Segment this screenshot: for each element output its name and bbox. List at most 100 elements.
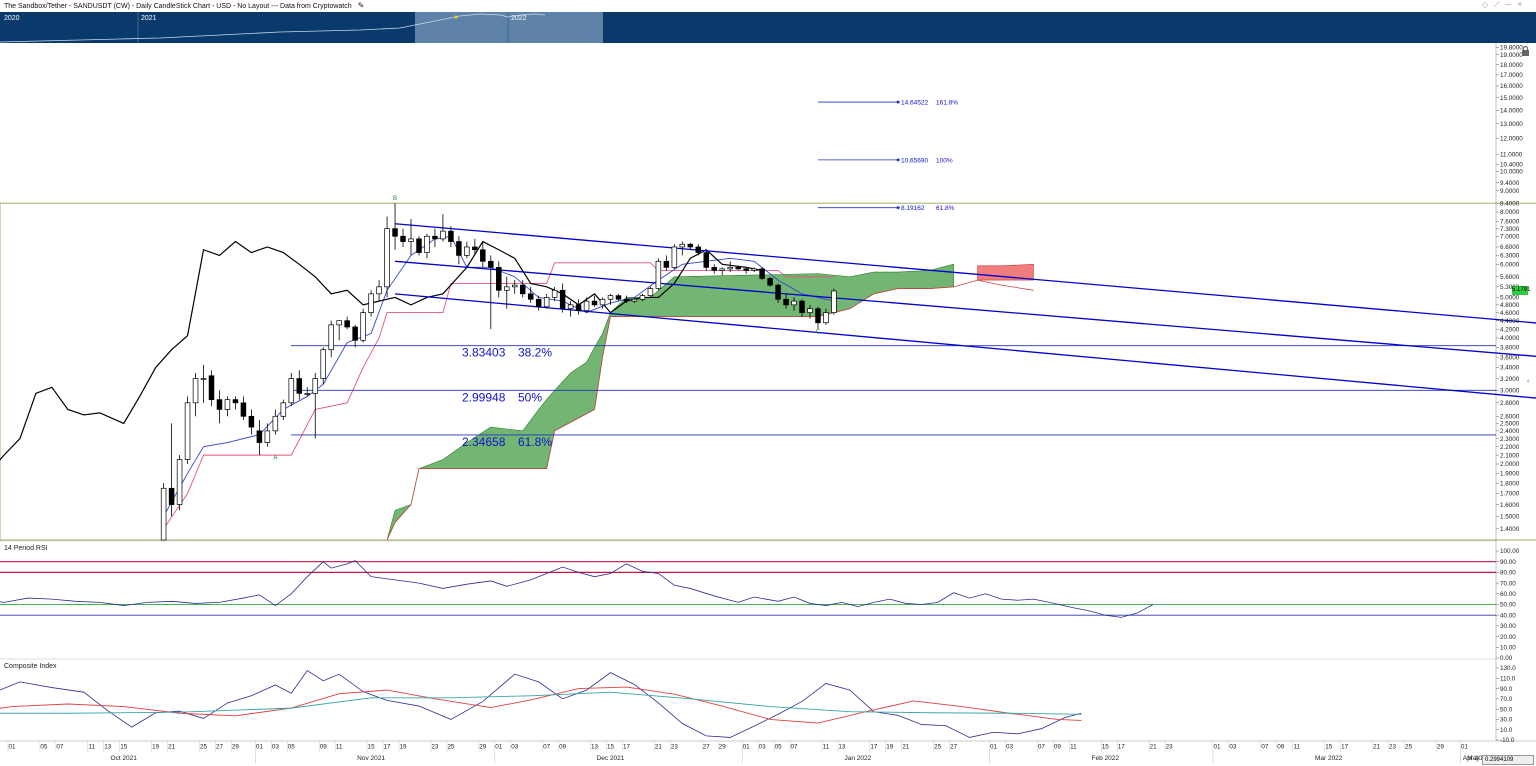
minimize-icon[interactable]: ─ <box>1506 0 1518 9</box>
day-tick-label-28: 17 <box>623 744 631 751</box>
candle-body-44 <box>511 284 518 288</box>
window-title: The Sandbox/Tether - SANDUSDT (CW) - Dai… <box>4 3 352 10</box>
day-tick-label-29: 21 <box>655 744 663 751</box>
candle-body-22 <box>336 320 342 326</box>
chart-canvas[interactable]: 3.83403 38.2% 2.99948 50% 2.34658 61.8% 14.645… <box>0 43 1536 766</box>
candle-body-71 <box>727 266 733 270</box>
rsi-tick-label-0: 100.00 <box>1500 548 1520 555</box>
day-tick-label-27: 15 <box>607 744 615 751</box>
candle-body-14 <box>272 415 279 432</box>
rsi-panel-title: 14 Period RSI <box>4 545 48 552</box>
candle-body-73 <box>743 268 749 271</box>
day-tick-label-55: 07 <box>1261 744 1269 751</box>
time-navigator[interactable]: 2020 2021 2022 <box>0 12 1536 43</box>
ci-tick-label-3: 70.0 <box>1500 696 1513 703</box>
day-tick-label-57: 11 <box>1294 744 1301 751</box>
price-tick-label-24: 5.0000 <box>1500 295 1520 302</box>
rsi-tick-label-6: 40.00 <box>1500 612 1516 619</box>
day-tick-label-22: 01 <box>495 744 503 751</box>
pencil-icon[interactable]: ✎ <box>358 0 365 12</box>
extension-value-1: 10.65690 <box>901 157 928 164</box>
day-tick-label-3: 11 <box>89 744 96 751</box>
candle-body-49 <box>551 289 558 298</box>
day-tick-label-61: 23 <box>1389 744 1397 751</box>
day-tick-label-13: 05 <box>288 744 296 751</box>
price-tick-label-41: 2.1000 <box>1500 452 1520 459</box>
candle-body-21 <box>328 324 334 351</box>
price-tick-label-13: 9.0000 <box>1500 188 1520 195</box>
price-tick-label-0: 19.8000 <box>1500 44 1523 51</box>
cursor-price-readout: 0.2994109 <box>1482 755 1534 765</box>
navigator-year-2021: 2021 <box>141 15 157 22</box>
price-tick-label-31: 3.6000 <box>1500 354 1520 361</box>
day-tick-label-53: 01 <box>1213 744 1221 751</box>
day-tick-label-0: 01 <box>8 744 16 751</box>
retracement-value-2: 2.34658 <box>462 435 506 449</box>
close-icon[interactable]: × <box>1517 0 1528 9</box>
day-tick-label-30: 23 <box>671 744 679 751</box>
price-tick-label-36: 2.6000 <box>1500 414 1520 421</box>
day-tick-label-19: 23 <box>431 744 439 751</box>
day-tick-label-18: 19 <box>400 744 408 751</box>
collapse-arrow-icon[interactable]: ‹ <box>1527 378 1529 385</box>
extension-dot-2 <box>896 206 900 210</box>
price-tick-label-29: 4.0000 <box>1500 335 1520 342</box>
navigator-svg: 2020 2021 2022 <box>0 12 603 43</box>
month-tick-label-2: Dec 2021 <box>597 755 625 762</box>
candle-body-34 <box>432 235 438 240</box>
lock-icon[interactable] <box>1521 46 1530 56</box>
retracement-pct-0: 38.2% <box>518 346 552 360</box>
rsi-line <box>0 560 1154 618</box>
candle-body-62 <box>655 260 662 289</box>
day-tick-label-43: 27 <box>950 744 958 751</box>
price-tick-label-12: 9.4000 <box>1500 180 1520 187</box>
candle-body-0 <box>160 487 167 541</box>
candle-body-65 <box>679 243 686 248</box>
day-tick-label-58: 15 <box>1325 744 1333 751</box>
candle-body-78 <box>783 298 789 306</box>
rsi-tick-label-2: 80.00 <box>1500 570 1516 577</box>
candle-body-84 <box>831 290 837 313</box>
price-tick-label-16: 7.6000 <box>1500 219 1520 226</box>
day-tick-label-5: 15 <box>120 744 128 751</box>
close-line <box>0 240 763 461</box>
extension-value-0: 14.64522 <box>901 100 928 107</box>
price-tick-label-48: 1.4000 <box>1500 526 1520 533</box>
price-tick-label-28: 4.2000 <box>1500 326 1520 333</box>
month-tick-label-0: Oct 2021 <box>111 755 138 762</box>
day-tick-label-39: 17 <box>870 744 878 751</box>
candle-body-4 <box>192 378 199 404</box>
price-tick-label-47: 1.5000 <box>1500 513 1520 520</box>
candle-body-42 <box>496 266 502 291</box>
day-tick-label-16: 15 <box>368 744 376 751</box>
retracement-pct-2: 61.8% <box>518 435 552 449</box>
candle-body-63 <box>663 260 670 268</box>
candle-body-24 <box>352 326 358 341</box>
pin-icon[interactable]: ⟋ <box>1494 0 1506 9</box>
day-tick-label-10: 29 <box>232 744 240 751</box>
price-tick-label-5: 15.0000 <box>1500 95 1523 102</box>
candle-body-48 <box>543 297 550 308</box>
price-tick-label-26: 4.6000 <box>1500 310 1520 317</box>
extension-dot-0 <box>896 100 900 104</box>
price-tick-label-14: 8.4000 <box>1500 200 1520 207</box>
price-tick-label-9: 11.0000 <box>1500 151 1523 158</box>
candle-body-54 <box>591 300 598 306</box>
diamond-icon[interactable]: ◇ <box>1482 0 1494 9</box>
day-tick-label-20: 25 <box>447 744 455 751</box>
day-tick-label-7: 21 <box>168 744 176 751</box>
candle-body-35 <box>440 230 446 240</box>
window-controls[interactable]: ◇⟋─× <box>1482 0 1528 10</box>
rsi-tick-label-8: 20.00 <box>1500 634 1516 641</box>
candle-body-74 <box>751 268 757 271</box>
ci-tick-label-2: 90.0 <box>1500 686 1513 693</box>
pivot-label-b: B <box>393 196 397 202</box>
day-tick-label-31: 27 <box>703 744 711 751</box>
candle-body-28 <box>384 228 390 288</box>
day-tick-label-60: 21 <box>1373 744 1381 751</box>
day-tick-label-56: 09 <box>1277 744 1285 751</box>
candle-body-66 <box>687 243 694 248</box>
price-tick-label-43: 1.9000 <box>1500 471 1520 478</box>
price-tick-label-39: 2.3000 <box>1500 436 1520 443</box>
candle-body-32 <box>416 238 422 253</box>
